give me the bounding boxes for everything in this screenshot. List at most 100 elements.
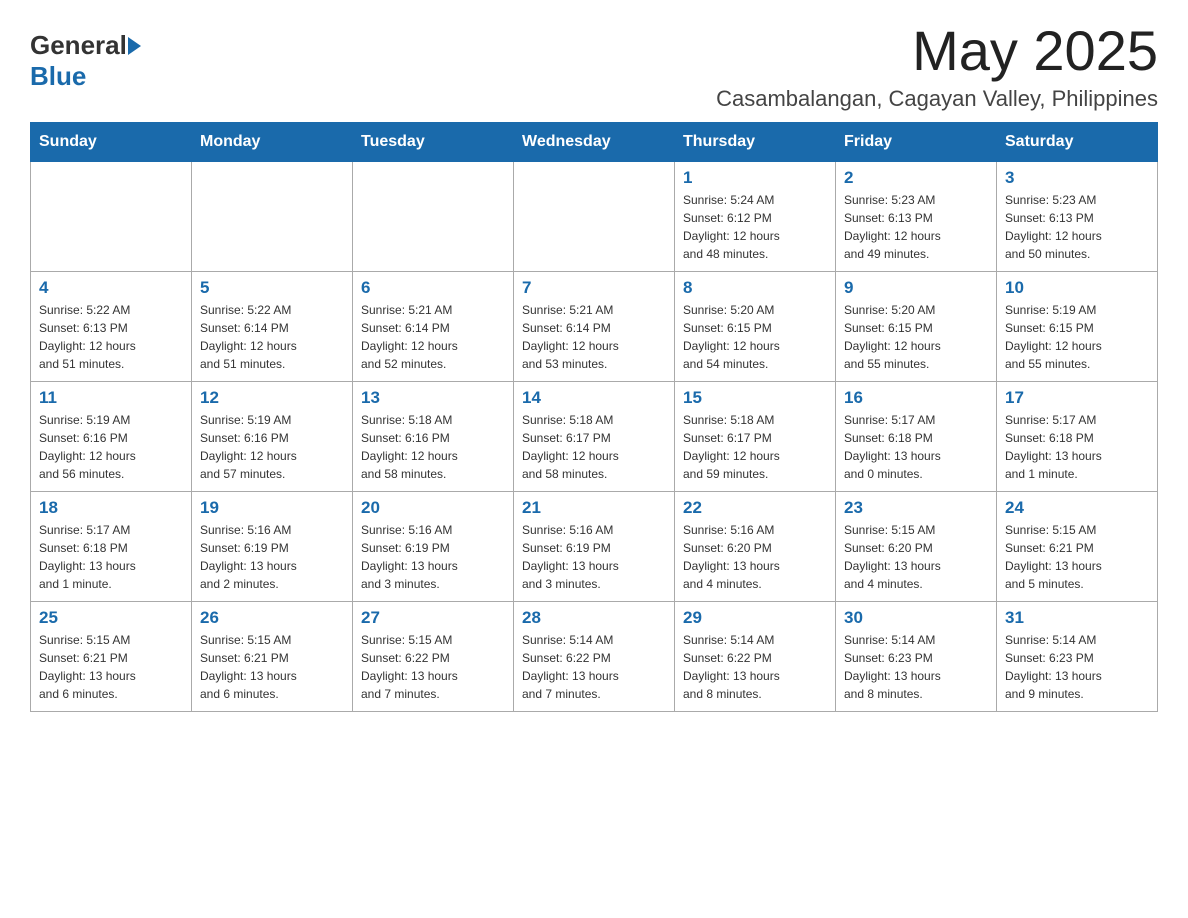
table-row: 1 Sunrise: 5:24 AMSunset: 6:12 PMDaylight… [675, 161, 836, 271]
table-row: 15 Sunrise: 5:18 AMSunset: 6:17 PMDayligh… [675, 381, 836, 491]
day-number: 23 [844, 498, 988, 518]
day-number: 7 [522, 278, 666, 298]
day-number: 28 [522, 608, 666, 628]
day-number: 8 [683, 278, 827, 298]
table-row: 21Sunrise: 5:16 AMSunset: 6:19 PMDayligh… [514, 491, 675, 601]
table-row [31, 161, 192, 271]
table-row: 26 Sunrise: 5:15 AMSunset: 6:21 PMDayligh… [192, 601, 353, 711]
day-info: Sunrise: 5:21 AMSunset: 6:14 PMDaylight:… [361, 303, 458, 371]
day-info: Sunrise: 5:17 AMSunset: 6:18 PMDaylight:… [39, 523, 136, 591]
day-number: 1 [683, 168, 827, 188]
col-header-thursday: Thursday [675, 122, 836, 161]
day-info: Sunrise: 5:23 AMSunset: 6:13 PMDaylight:… [1005, 193, 1102, 261]
day-number: 18 [39, 498, 183, 518]
day-info: Sunrise: 5:18 AMSunset: 6:17 PMDaylight:… [522, 413, 619, 481]
day-number: 17 [1005, 388, 1149, 408]
day-info: Sunrise: 5:17 AMSunset: 6:18 PMDaylight:… [844, 413, 941, 481]
day-number: 16 [844, 388, 988, 408]
logo-blue-text: Blue [30, 61, 86, 91]
day-number: 13 [361, 388, 505, 408]
col-header-monday: Monday [192, 122, 353, 161]
day-number: 27 [361, 608, 505, 628]
table-row: 18 Sunrise: 5:17 AMSunset: 6:18 PMDayligh… [31, 491, 192, 601]
table-row: 10Sunrise: 5:19 AMSunset: 6:15 PMDayligh… [997, 271, 1158, 381]
table-row: 8 Sunrise: 5:20 AMSunset: 6:15 PMDaylight… [675, 271, 836, 381]
table-row [353, 161, 514, 271]
col-header-tuesday: Tuesday [353, 122, 514, 161]
day-info: Sunrise: 5:18 AMSunset: 6:17 PMDaylight:… [683, 413, 780, 481]
day-info: Sunrise: 5:14 AMSunset: 6:23 PMDaylight:… [1005, 633, 1102, 701]
table-row: 28Sunrise: 5:14 AMSunset: 6:22 PMDayligh… [514, 601, 675, 711]
table-row: 16 Sunrise: 5:17 AMSunset: 6:18 PMDayligh… [836, 381, 997, 491]
table-row: 4 Sunrise: 5:22 AMSunset: 6:13 PMDaylight… [31, 271, 192, 381]
col-header-friday: Friday [836, 122, 997, 161]
day-info: Sunrise: 5:17 AMSunset: 6:18 PMDaylight:… [1005, 413, 1102, 481]
day-number: 30 [844, 608, 988, 628]
day-number: 6 [361, 278, 505, 298]
day-info: Sunrise: 5:22 AMSunset: 6:13 PMDaylight:… [39, 303, 136, 371]
col-header-sunday: Sunday [31, 122, 192, 161]
day-number: 26 [200, 608, 344, 628]
table-row: 24 Sunrise: 5:15 AMSunset: 6:21 PMDayligh… [997, 491, 1158, 601]
table-row: 12Sunrise: 5:19 AMSunset: 6:16 PMDayligh… [192, 381, 353, 491]
table-row: 13 Sunrise: 5:18 AMSunset: 6:16 PMDayligh… [353, 381, 514, 491]
calendar-week-row: 18 Sunrise: 5:17 AMSunset: 6:18 PMDayligh… [31, 491, 1158, 601]
day-number: 5 [200, 278, 344, 298]
day-info: Sunrise: 5:16 AMSunset: 6:19 PMDaylight:… [200, 523, 297, 591]
day-info: Sunrise: 5:14 AMSunset: 6:23 PMDaylight:… [844, 633, 941, 701]
table-row: 5Sunrise: 5:22 AMSunset: 6:14 PMDaylight… [192, 271, 353, 381]
logo-triangle-icon [128, 37, 141, 55]
table-row [192, 161, 353, 271]
day-info: Sunrise: 5:20 AMSunset: 6:15 PMDaylight:… [844, 303, 941, 371]
day-number: 29 [683, 608, 827, 628]
day-number: 3 [1005, 168, 1149, 188]
day-info: Sunrise: 5:15 AMSunset: 6:20 PMDaylight:… [844, 523, 941, 591]
col-header-saturday: Saturday [997, 122, 1158, 161]
day-info: Sunrise: 5:16 AMSunset: 6:20 PMDaylight:… [683, 523, 780, 591]
location-title: Casambalangan, Cagayan Valley, Philippin… [716, 86, 1158, 112]
table-row: 7Sunrise: 5:21 AMSunset: 6:14 PMDaylight… [514, 271, 675, 381]
day-number: 11 [39, 388, 183, 408]
table-row: 3 Sunrise: 5:23 AMSunset: 6:13 PMDaylight… [997, 161, 1158, 271]
day-number: 10 [1005, 278, 1149, 298]
day-number: 31 [1005, 608, 1149, 628]
day-number: 22 [683, 498, 827, 518]
day-info: Sunrise: 5:15 AMSunset: 6:21 PMDaylight:… [200, 633, 297, 701]
table-row: 29 Sunrise: 5:14 AMSunset: 6:22 PMDayligh… [675, 601, 836, 711]
table-row: 31 Sunrise: 5:14 AMSunset: 6:23 PMDayligh… [997, 601, 1158, 711]
logo: General Blue [30, 20, 141, 92]
day-number: 24 [1005, 498, 1149, 518]
table-row: 27Sunrise: 5:15 AMSunset: 6:22 PMDayligh… [353, 601, 514, 711]
day-info: Sunrise: 5:19 AMSunset: 6:16 PMDaylight:… [39, 413, 136, 481]
day-number: 20 [361, 498, 505, 518]
day-info: Sunrise: 5:20 AMSunset: 6:15 PMDaylight:… [683, 303, 780, 371]
day-number: 4 [39, 278, 183, 298]
table-row: 2Sunrise: 5:23 AMSunset: 6:13 PMDaylight… [836, 161, 997, 271]
table-row: 11 Sunrise: 5:19 AMSunset: 6:16 PMDayligh… [31, 381, 192, 491]
table-row: 22 Sunrise: 5:16 AMSunset: 6:20 PMDayligh… [675, 491, 836, 601]
calendar-week-row: 1 Sunrise: 5:24 AMSunset: 6:12 PMDaylight… [31, 161, 1158, 271]
col-header-wednesday: Wednesday [514, 122, 675, 161]
day-info: Sunrise: 5:15 AMSunset: 6:21 PMDaylight:… [1005, 523, 1102, 591]
calendar-header-row: SundayMondayTuesdayWednesdayThursdayFrid… [31, 122, 1158, 161]
day-number: 15 [683, 388, 827, 408]
table-row [514, 161, 675, 271]
day-number: 19 [200, 498, 344, 518]
table-row: 30 Sunrise: 5:14 AMSunset: 6:23 PMDayligh… [836, 601, 997, 711]
day-info: Sunrise: 5:24 AMSunset: 6:12 PMDaylight:… [683, 193, 780, 261]
table-row: 6 Sunrise: 5:21 AMSunset: 6:14 PMDaylight… [353, 271, 514, 381]
calendar-week-row: 4 Sunrise: 5:22 AMSunset: 6:13 PMDaylight… [31, 271, 1158, 381]
day-info: Sunrise: 5:16 AMSunset: 6:19 PMDaylight:… [522, 523, 619, 591]
day-info: Sunrise: 5:16 AMSunset: 6:19 PMDaylight:… [361, 523, 458, 591]
table-row: 25 Sunrise: 5:15 AMSunset: 6:21 PMDayligh… [31, 601, 192, 711]
table-row: 23 Sunrise: 5:15 AMSunset: 6:20 PMDayligh… [836, 491, 997, 601]
table-row: 9Sunrise: 5:20 AMSunset: 6:15 PMDaylight… [836, 271, 997, 381]
day-number: 25 [39, 608, 183, 628]
calendar-table: SundayMondayTuesdayWednesdayThursdayFrid… [30, 122, 1158, 712]
table-row: 17 Sunrise: 5:17 AMSunset: 6:18 PMDayligh… [997, 381, 1158, 491]
title-block: May 2025 Casambalangan, Cagayan Valley, … [716, 20, 1158, 112]
day-info: Sunrise: 5:15 AMSunset: 6:21 PMDaylight:… [39, 633, 136, 701]
day-info: Sunrise: 5:23 AMSunset: 6:13 PMDaylight:… [844, 193, 941, 261]
day-info: Sunrise: 5:14 AMSunset: 6:22 PMDaylight:… [683, 633, 780, 701]
day-info: Sunrise: 5:18 AMSunset: 6:16 PMDaylight:… [361, 413, 458, 481]
